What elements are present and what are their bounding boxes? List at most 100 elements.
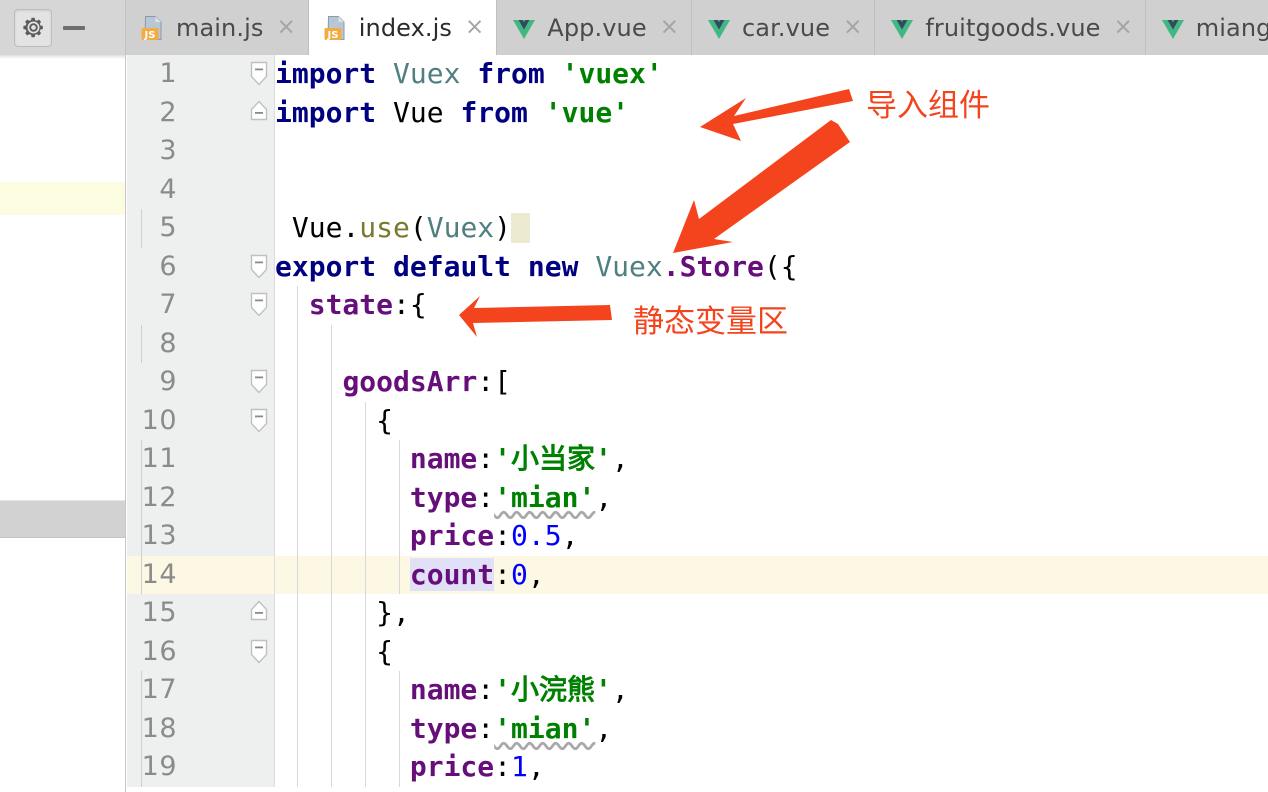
gutter[interactable]: 3 [127,132,275,171]
code-line: 10 { [127,401,1268,441]
token-string: '小当家' [494,442,612,475]
project-tool-window[interactable] [0,55,126,792]
tree-row-selected[interactable] [0,500,125,538]
svg-text:JS: JS [326,30,338,41]
vue-file-icon [889,14,915,42]
close-icon[interactable]: × [660,16,679,39]
gutter[interactable]: 12 [127,478,275,517]
tab-app-vue[interactable]: App.vue × [497,0,692,55]
text-caret [511,213,531,243]
gutter[interactable]: 8 [127,324,275,363]
fold-marker-collapse[interactable] [245,633,275,672]
code-text: goodsArr:[ [275,363,1268,402]
gutter[interactable]: 2 [127,93,275,133]
token-keyword: default [393,249,512,283]
token-keyword: import [275,95,377,129]
gutter[interactable]: 9 [127,363,275,402]
close-icon[interactable]: × [465,16,484,39]
close-icon[interactable]: × [1114,16,1133,39]
gutter[interactable]: 5 [127,209,275,248]
tree-row-highlighted[interactable] [0,182,125,215]
minimize-icon[interactable] [54,9,94,47]
token-keyword: from [477,57,545,90]
token-property: price [409,519,495,552]
gutter[interactable]: 18 [127,709,275,748]
line-number: 17 [141,674,177,705]
fold-region-line [141,440,142,479]
line-number: 16 [141,635,177,667]
gutter[interactable]: 4 [127,170,275,209]
line-number: 18 [141,712,177,744]
fold-marker-collapse[interactable] [245,402,275,441]
gutter[interactable]: 13 [127,517,275,556]
code-text: price:1, [275,748,1268,787]
code-text: { [275,632,1268,671]
fold-marker-end[interactable] [245,594,275,633]
tab-index-js[interactable]: JS index.js × [308,0,498,55]
code-line: 16 { [127,632,1268,672]
gear-icon[interactable] [14,8,52,47]
gutter[interactable]: 19 [127,748,275,787]
tab-label: miangoods.v [1195,13,1268,42]
tab-main-js[interactable]: JS main.js × [126,0,309,55]
code-text: }, [275,594,1268,633]
token-property: goodsArr [342,365,478,398]
line-number: 10 [141,404,177,436]
close-icon[interactable]: × [843,16,862,39]
code-text: { [275,401,1268,440]
code-line: 15 }, [127,594,1268,633]
code-line: 6 export default new Vuex.Store({ [127,247,1268,287]
gutter[interactable]: 10 [127,401,275,441]
code-line: 13 price:0.5, [127,517,1268,556]
token-function: use [359,211,410,244]
code-text: count:0, [275,555,1268,594]
fold-marker-collapse[interactable] [245,55,275,94]
code-text: export default new Vuex.Store({ [275,249,798,283]
tab-car-vue[interactable]: car.vue × [691,0,876,55]
gutter[interactable]: 11 [127,440,275,479]
gutter[interactable]: 16 [127,632,275,672]
ide-window: JS main.js × JS index.js × App.vue × car… [0,0,1268,792]
code-text: type:'mian', [275,478,1268,517]
token-keyword: export [275,249,377,283]
gutter[interactable]: 17 [127,671,275,710]
vue-file-icon [706,14,732,42]
code-text: import Vuex from 'vuex' [275,55,1268,94]
fold-region-line [141,478,142,517]
gutter[interactable]: 7 [127,286,275,325]
code-editor[interactable]: 1 import Vuex from 'vuex' 2 import Vue f… [127,55,1268,792]
code-line: 5 Vue.use(Vuex) [127,209,1268,248]
line-number: 15 [141,597,177,628]
tab-label: fruitgoods.vue [925,13,1101,42]
gutter[interactable]: 6 [127,247,275,287]
fold-marker-end[interactable] [245,94,275,133]
gutter[interactable]: 15 [127,594,275,633]
token-property: type [409,711,478,745]
token-string: 'vue' [544,95,630,129]
token-keyword: import [275,57,377,90]
line-number: 2 [159,96,177,128]
code-text: name:'小浣熊', [275,671,1268,710]
fold-marker-collapse[interactable] [245,248,275,287]
gutter[interactable]: 1 [127,55,275,94]
vue-file-icon [1160,14,1186,42]
line-number: 5 [159,212,177,243]
tab-miangoods-vue[interactable]: miangoods.v [1145,0,1268,55]
token-string: 'vuex' [561,57,663,90]
token-keyword: from [460,95,528,129]
fold-marker-collapse[interactable] [245,363,275,402]
line-number: 8 [159,327,177,359]
close-icon[interactable]: × [276,16,295,39]
code-text: type:'mian', [275,709,1268,748]
annotation-text: 静态变量区 [633,304,788,340]
code-line: 4 [127,170,1268,209]
line-number: 11 [141,443,177,474]
token-property: name [409,442,478,475]
token-number: 1 [511,750,528,783]
token-keyword: new [527,249,579,283]
code-line-current: 14 count:0, [127,555,1268,594]
gutter[interactable]: 14 [127,555,275,594]
code-line: 17 name:'小浣熊', [127,671,1268,710]
tab-fruitgoods-vue[interactable]: fruitgoods.vue × [875,0,1146,55]
fold-marker-collapse[interactable] [245,286,275,325]
